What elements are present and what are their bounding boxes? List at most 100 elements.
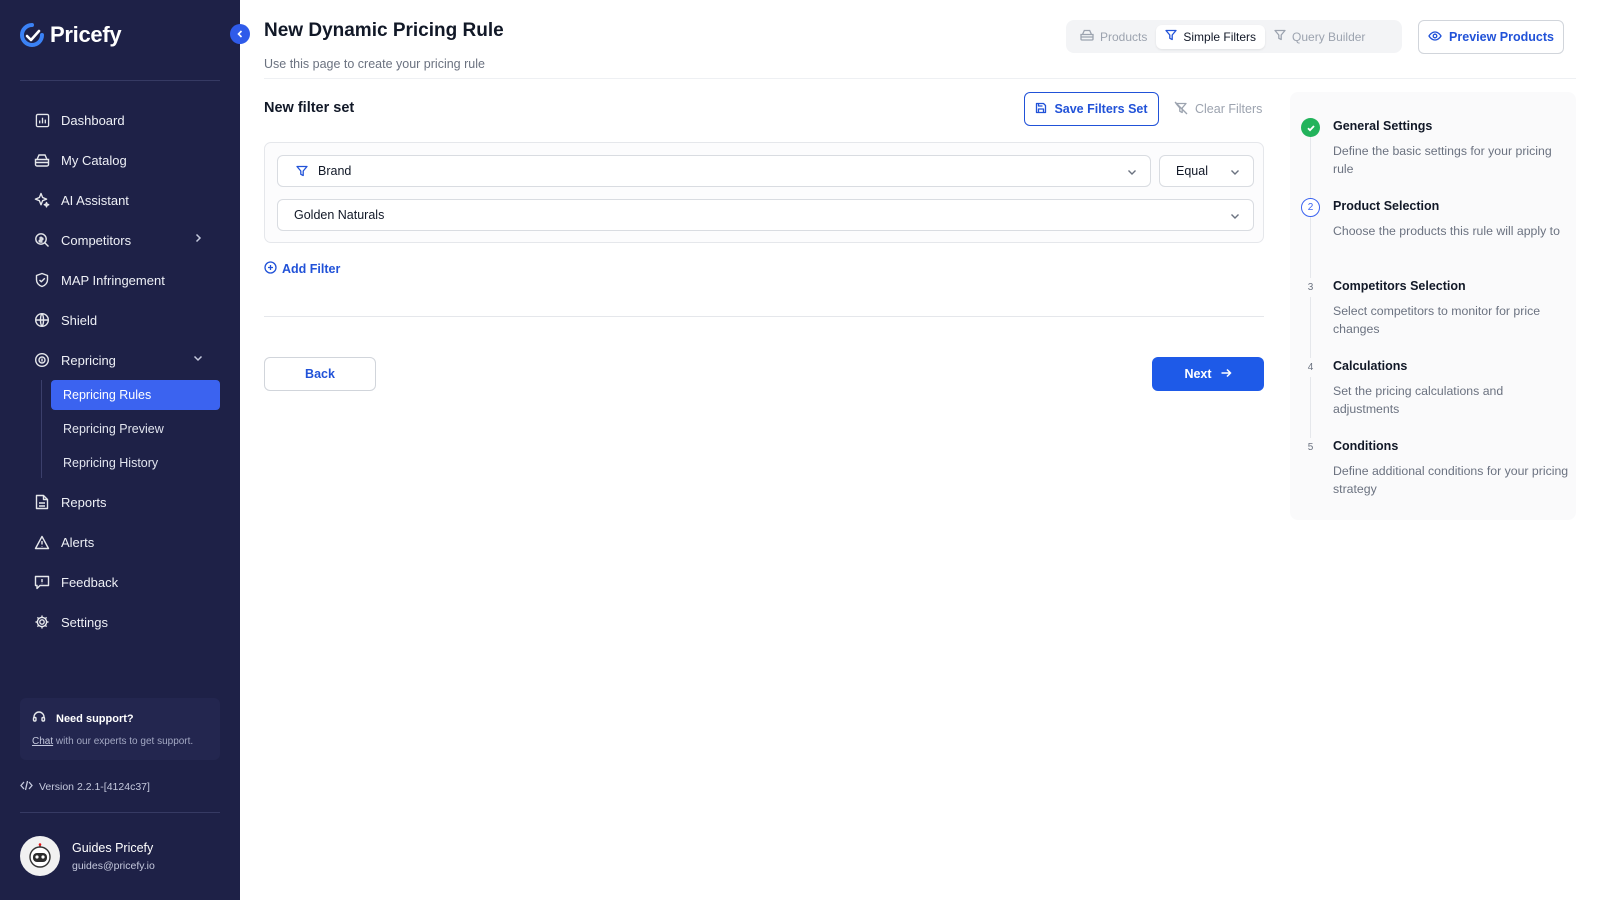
- user-email: guides@pricefy.io: [72, 859, 155, 872]
- sidebar-item-label: Alerts: [61, 534, 95, 550]
- tab-query-builder[interactable]: Query Builder: [1265, 25, 1374, 49]
- check-circle-icon: [1301, 118, 1320, 137]
- gear-icon: [34, 614, 50, 630]
- sidebar-item-label: Shield: [61, 312, 98, 328]
- eye-icon: [1428, 30, 1442, 44]
- sidebar-item-label: Feedback: [61, 574, 119, 590]
- sidebar-nav: Dashboard My Catalog AI Assistant Compet…: [20, 100, 220, 642]
- sidebar-item-label: Dashboard: [61, 112, 125, 128]
- sidebar-item-reports[interactable]: Reports: [20, 482, 220, 522]
- filter-operator-select[interactable]: Equal: [1159, 155, 1254, 187]
- sidebar-item-repricing[interactable]: Repricing: [20, 340, 220, 380]
- header-divider: [264, 78, 1576, 79]
- sidebar-item-settings[interactable]: Settings: [20, 602, 220, 642]
- sparkle-icon: [34, 192, 50, 208]
- sidebar-item-ai-assistant[interactable]: AI Assistant: [20, 180, 220, 220]
- plus-circle-icon: [264, 261, 277, 277]
- sidebar-item-competitors[interactable]: Competitors: [20, 220, 220, 260]
- pricefy-logo-icon: [20, 23, 44, 47]
- filter-mode-tabs: Products Simple Filters Query Builder: [1066, 20, 1402, 53]
- logo[interactable]: Pricefy: [20, 22, 122, 48]
- headset-icon: [32, 710, 46, 727]
- chevron-down-icon: [1229, 166, 1241, 181]
- back-button[interactable]: Back: [264, 357, 376, 391]
- filter-set-title: New filter set: [264, 100, 355, 116]
- filter-value-select[interactable]: Golden Naturals: [277, 199, 1254, 231]
- sidebar-subitem-repricing-history[interactable]: Repricing History: [51, 448, 220, 478]
- clear-filters-button[interactable]: Clear Filters: [1174, 92, 1262, 126]
- support-chat-link[interactable]: Chat: [32, 736, 53, 747]
- step-title: Competitors Selection: [1333, 279, 1466, 293]
- sidebar-subitem-repricing-rules[interactable]: Repricing Rules: [51, 380, 220, 410]
- progress-stepper: General Settings Define the basic settin…: [1290, 92, 1576, 520]
- preview-products-button[interactable]: Preview Products: [1418, 20, 1564, 54]
- filter-value-text: Golden Naturals: [294, 208, 385, 222]
- catalog-icon: [34, 152, 50, 168]
- filter-operator-value: Equal: [1176, 164, 1208, 178]
- chevron-down-icon: [1229, 210, 1241, 225]
- sidebar-item-shield[interactable]: Shield: [20, 300, 220, 340]
- avatar: [20, 836, 60, 876]
- sidebar-item-alerts[interactable]: Alerts: [20, 522, 220, 562]
- code-icon: [20, 780, 33, 794]
- chevron-down-icon: [1126, 166, 1138, 181]
- filter-field-value: Brand: [318, 164, 352, 178]
- sidebar-item-label: AI Assistant: [61, 192, 129, 208]
- tab-label: Query Builder: [1292, 29, 1366, 44]
- step-description: Define the basic settings for your prici…: [1333, 144, 1552, 176]
- filter-field-select[interactable]: Brand: [277, 155, 1151, 187]
- support-text: Chat with our experts to get support.: [32, 736, 208, 747]
- step-description: Set the pricing calculations and adjustm…: [1333, 384, 1504, 416]
- repricing-icon: [34, 352, 50, 368]
- page-subtitle: Use this page to create your pricing rul…: [264, 57, 485, 71]
- sidebar-item-my-catalog[interactable]: My Catalog: [20, 140, 220, 180]
- sidebar-item-dashboard[interactable]: Dashboard: [20, 100, 220, 140]
- alert-icon: [34, 534, 50, 550]
- filter-set-card: Brand Equal Golden Naturals: [264, 142, 1264, 243]
- support-title: Need support?: [56, 712, 134, 725]
- arrow-right-icon: [1220, 367, 1232, 382]
- chevron-right-icon: [192, 232, 204, 247]
- chevron-left-icon: [237, 30, 243, 38]
- step-description: Choose the products this rule will apply…: [1333, 224, 1560, 238]
- globe-icon: [34, 312, 50, 328]
- dashboard-icon: [34, 112, 50, 128]
- tab-label: Products: [1100, 29, 1148, 44]
- sidebar-item-label: My Catalog: [61, 152, 127, 168]
- add-filter-button[interactable]: Add Filter: [264, 261, 340, 277]
- step-number: 5: [1301, 438, 1320, 457]
- step-description: Define additional conditions for your pr…: [1333, 464, 1569, 496]
- competitors-icon: [34, 232, 50, 248]
- add-filter-label: Add Filter: [282, 262, 341, 276]
- filter-icon: [1165, 29, 1178, 44]
- page-title: New Dynamic Pricing Rule: [264, 20, 504, 41]
- step-title: Conditions: [1333, 439, 1399, 453]
- filter-icon: [296, 165, 308, 177]
- support-text-body: with our experts to get support.: [53, 736, 194, 747]
- sidebar-item-label: Competitors: [61, 232, 132, 248]
- step-title: General Settings: [1333, 119, 1433, 133]
- filter-icon: [1274, 29, 1286, 44]
- tab-products[interactable]: Products: [1071, 25, 1156, 49]
- step-title: Product Selection: [1333, 199, 1440, 213]
- sidebar-subitem-repricing-preview[interactable]: Repricing Preview: [51, 414, 220, 444]
- step-title: Calculations: [1333, 359, 1408, 373]
- version-text: Version 2.2.1-[4124c37]: [39, 781, 150, 793]
- tab-simple-filters[interactable]: Simple Filters: [1156, 24, 1266, 49]
- save-label: Save Filters Set: [1054, 102, 1148, 116]
- clear-label: Clear Filters: [1195, 102, 1263, 116]
- save-filters-set-button[interactable]: Save Filters Set: [1024, 92, 1159, 126]
- sidebar-item-map-infringement[interactable]: MAP Infringement: [20, 260, 220, 300]
- step-description: Select competitors to monitor for price …: [1333, 304, 1541, 336]
- shield-check-icon: [34, 272, 50, 288]
- support-card: Need support? Chat with our experts to g…: [20, 698, 220, 760]
- content-divider: [264, 316, 1264, 317]
- next-button[interactable]: Next: [1152, 357, 1264, 391]
- filter-off-icon: [1174, 101, 1188, 118]
- sidebar-item-label: MAP Infringement: [61, 272, 165, 288]
- user-profile[interactable]: Guides Pricefy guides@pricefy.io: [20, 836, 155, 876]
- collapse-sidebar-button[interactable]: [230, 24, 250, 44]
- logo-text: Pricefy: [50, 22, 122, 47]
- step-number: 4: [1301, 358, 1320, 377]
- sidebar-item-feedback[interactable]: Feedback: [20, 562, 220, 602]
